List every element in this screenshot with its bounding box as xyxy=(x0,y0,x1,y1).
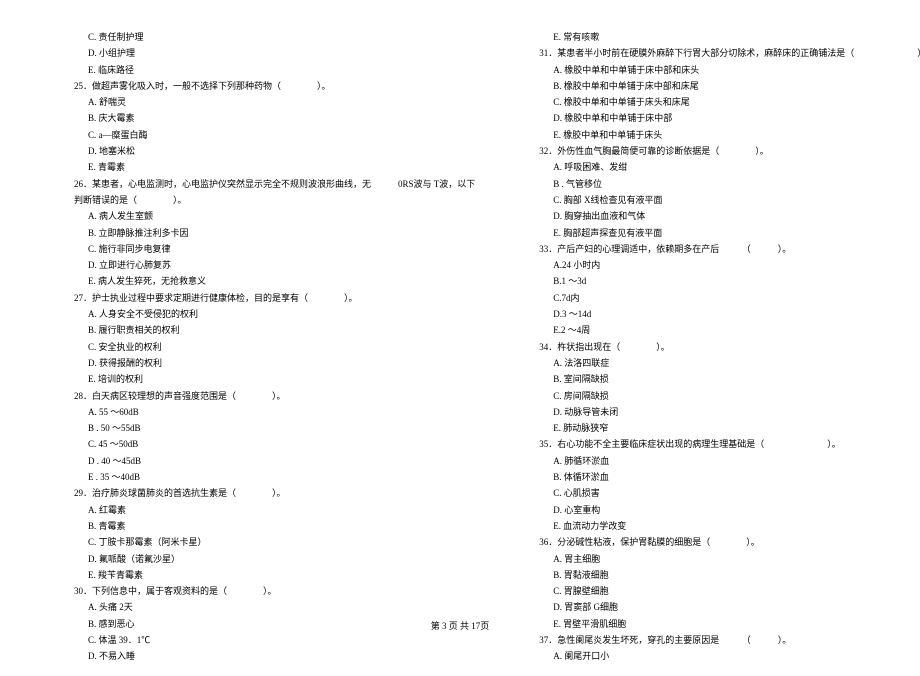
option: C. 45 ～50dB xyxy=(60,437,475,452)
question-stem: 27．护士执业过程中要求定期进行健康体检，目的是享有（ ）。 xyxy=(60,291,475,306)
option: A. 红霉素 xyxy=(60,503,475,518)
question-stem: 28．白天病区较理想的声音强度范围是（ ）。 xyxy=(60,389,475,404)
option: D. 立即进行心肺复苏 xyxy=(60,258,475,273)
option: C. 胃腺壁细胞 xyxy=(525,584,920,599)
option: E. 血流动力学改变 xyxy=(525,519,920,534)
question-stem: 37．急性阑尾炎发生坏死，穿孔的主要原因是 （ ）。 xyxy=(525,633,920,648)
option: E. 羧苄青霉素 xyxy=(60,568,475,583)
question-stem: 25．做超声雾化吸入时，一般不选择下列那种药物（ ）。 xyxy=(60,79,475,94)
option: D . 40 ～45dB xyxy=(60,454,475,469)
option: D. 动脉导管未闭 xyxy=(525,405,920,420)
option: D. 地塞米松 xyxy=(60,144,475,159)
option: A. 呼吸困难、发绀 xyxy=(525,160,920,175)
option: A.24 小时内 xyxy=(525,258,920,273)
option: D. 橡胶中单和中单铺于床中部 xyxy=(525,111,920,126)
page-footer: 第 3 页 共 17页 xyxy=(0,619,920,632)
option: C. 胸部 X线检查见有液平面 xyxy=(525,193,920,208)
option: E. 肺动脉狭窄 xyxy=(525,421,920,436)
option: B.1 ～3d xyxy=(525,274,920,289)
option: D.3 ～14d xyxy=(525,307,920,322)
left-column: C. 责任制护理 D. 小组护理 E. 临床路径 25．做超声雾化吸入时，一般不… xyxy=(60,30,475,666)
option: A. 55 ～60dB xyxy=(60,405,475,420)
option: C. 责任制护理 xyxy=(60,30,475,45)
option: D. 心室重构 xyxy=(525,503,920,518)
option: A. 阑尾开口小 xyxy=(525,649,920,664)
option: B. 立即静脉推注利多卡因 xyxy=(60,226,475,241)
option: E. 培训的权利 xyxy=(60,372,475,387)
option: E. 胸部超声探查见有液平面 xyxy=(525,226,920,241)
option: C. 橡胶中单和中单铺于床头和床尾 xyxy=(525,95,920,110)
question-stem: 36．分泌碱性粘液，保护胃黏膜的细胞是（ ）。 xyxy=(525,535,920,550)
option: D. 胸穿抽出血液和气体 xyxy=(525,209,920,224)
option: D. 获得报酬的权利 xyxy=(60,356,475,371)
option: C.7d内 xyxy=(525,291,920,306)
option: B. 体循环淤血 xyxy=(525,470,920,485)
option: B. 胃黏液细胞 xyxy=(525,568,920,583)
option: C. 丁胺卡那霉素（阿米卡星） xyxy=(60,535,475,550)
option: B. 庆大霉素 xyxy=(60,111,475,126)
option: C. 房间隔缺损 xyxy=(525,389,920,404)
option: D. 氟哌酸（诺氟沙星） xyxy=(60,552,475,567)
question-stem: 判断错误的是（ ）。 xyxy=(60,193,475,208)
option: C. 体温 39．1℃ xyxy=(60,633,475,648)
option: C. 心肌损害 xyxy=(525,486,920,501)
option: E. 橡胶中单和中单铺于床头 xyxy=(525,128,920,143)
option: A. 头痛 2天 xyxy=(60,600,475,615)
option: A. 病人发生室颤 xyxy=(60,209,475,224)
option: A. 人身安全不受侵犯的权利 xyxy=(60,307,475,322)
option: A. 肺循环淤血 xyxy=(525,454,920,469)
option: A. 法洛四联症 xyxy=(525,356,920,371)
question-stem: 33．产后产妇的心理调适中，依赖期多在产后 （ ）。 xyxy=(525,242,920,257)
question-stem: 29．治疗肺炎球菌肺炎的首选抗生素是（ ）。 xyxy=(60,486,475,501)
question-stem: 31．某患者半小时前在硬膜外麻醉下行胃大部分切除术，麻醉床的正确铺法是（ ）。 xyxy=(525,46,920,61)
option: E. 青霉素 xyxy=(60,160,475,175)
option: B. 室间隔缺损 xyxy=(525,372,920,387)
option: D. 小组护理 xyxy=(60,46,475,61)
option: B. 橡胶中单和中单铺于床中部和床尾 xyxy=(525,79,920,94)
option: B. 履行职责相关的权利 xyxy=(60,323,475,338)
option: E. 病人发生猝死，无抢救意义 xyxy=(60,274,475,289)
option: D. 胃窦部 G细胞 xyxy=(525,600,920,615)
option: C. a—糜蛋白酶 xyxy=(60,128,475,143)
option: E . 35 ～40dB xyxy=(60,470,475,485)
option: C. 安全执业的权利 xyxy=(60,340,475,355)
option: B. 青霉素 xyxy=(60,519,475,534)
question-stem: 30．下列信息中，属于客观资料的是（ ）。 xyxy=(60,584,475,599)
option: E. 临床路径 xyxy=(60,63,475,78)
option: B . 气管移位 xyxy=(525,177,920,192)
option: E.2 ～4周 xyxy=(525,323,920,338)
option: B . 50 ～55dB xyxy=(60,421,475,436)
option: A. 胃主细胞 xyxy=(525,552,920,567)
question-stem: 35．右心功能不全主要临床症状出现的病理生理基础是（ ）。 xyxy=(525,437,920,452)
option: D. 不易入睡 xyxy=(60,649,475,664)
question-stem: 26．某患者，心电监测时，心电监护仪突然显示完全不规则波浪形曲线，无 0RS波与… xyxy=(60,177,475,192)
question-stem: 34．杵状指出现在（ ）。 xyxy=(525,340,920,355)
option: A. 舒喘灵 xyxy=(60,95,475,110)
question-stem: 32．外伤性血气胸最简便可靠的诊断依据是（ ）。 xyxy=(525,144,920,159)
option: A. 橡胶中单和中单铺于床中部和床头 xyxy=(525,63,920,78)
option: E. 常有咳嗽 xyxy=(525,30,920,45)
option: C. 施行非同步电复律 xyxy=(60,242,475,257)
right-column: E. 常有咳嗽 31．某患者半小时前在硬膜外麻醉下行胃大部分切除术，麻醉床的正确… xyxy=(525,30,920,666)
